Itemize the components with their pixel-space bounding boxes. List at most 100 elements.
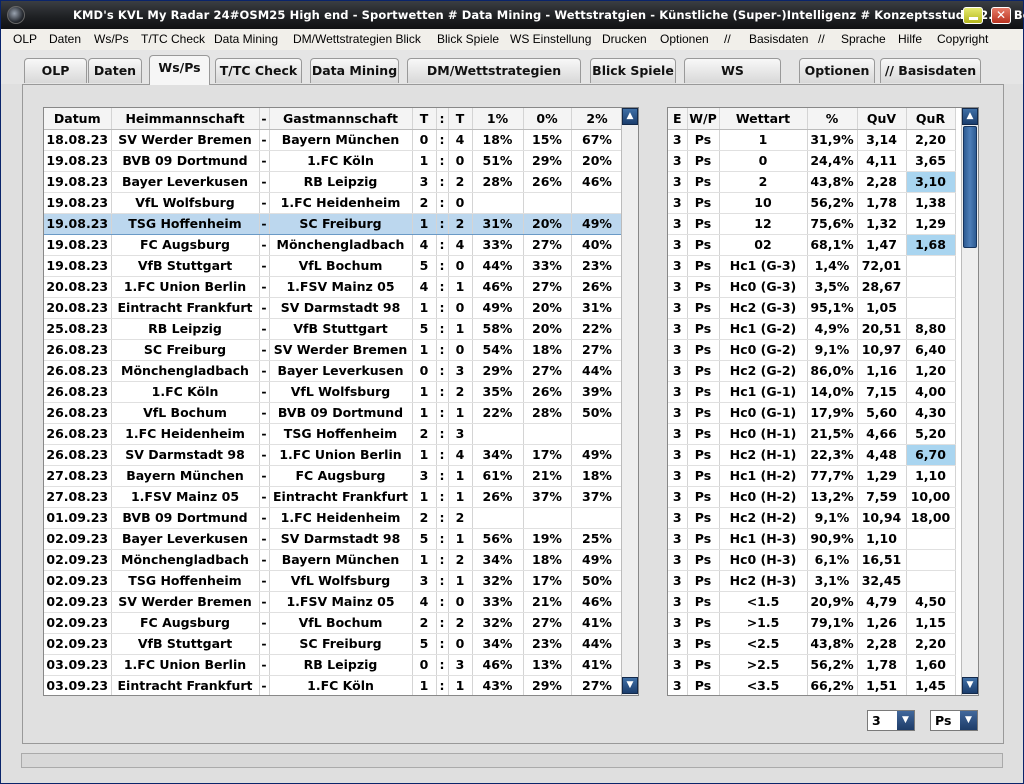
table-row[interactable]: 3 Ps Hc1 (G-1) 14,0% 7,15 4,00 xyxy=(668,381,956,403)
table-row[interactable]: 02.09.23 SV Werder Bremen -1.FSV Mainz 05 4… xyxy=(44,591,624,613)
menu-item-7[interactable]: WS Einstellung xyxy=(510,32,591,46)
table-row[interactable]: 27.08.23 1.FSV Mainz 05- Eintracht Frankfu… xyxy=(44,486,624,508)
tab-1[interactable]: Daten xyxy=(88,58,142,83)
table-row[interactable]: 3 Ps Hc0 (H-2) 13,2% 7,59 10,00 xyxy=(668,486,956,508)
table-row[interactable]: 26.08.23 1.FC Heidenheim - TSG Hoffenheim 2:… xyxy=(44,423,624,445)
table-row[interactable]: 20.08.23 Eintracht Frankfurt - SV Darmstadt… xyxy=(44,297,624,319)
column-header[interactable]: T xyxy=(448,108,473,130)
tab-0[interactable]: OLP xyxy=(24,58,87,83)
tab-4[interactable]: Data Mining xyxy=(310,58,399,83)
tab-9[interactable]: // Basisdaten xyxy=(880,58,981,83)
table-row[interactable]: 3 Ps 2 43,8% 2,28 3,10 xyxy=(668,171,956,193)
table-row[interactable]: 26.08.23 Mönchengladbach - Bayer Leverkusen… xyxy=(44,360,624,382)
menu-item-10[interactable]: // xyxy=(724,32,731,46)
scroll-up-button[interactable]: ▲ xyxy=(622,108,638,125)
tab-5[interactable]: DM/Wettstrategien Blick xyxy=(407,58,581,101)
wp-filter-select[interactable]: Ps ▼ xyxy=(930,710,978,731)
menu-item-1[interactable]: Daten xyxy=(49,32,81,46)
menu-item-15[interactable]: Copyright xyxy=(937,32,988,46)
column-header[interactable]: T xyxy=(412,108,437,130)
table-row[interactable]: 3 Ps Hc0 (G-3) 3,5% 28,67 xyxy=(668,276,956,298)
table-row[interactable]: 01.09.23 BVB 09 Dortmund -1.FC Heidenheim 2… xyxy=(44,507,624,529)
table-row[interactable]: 26.08.23 SC Freiburg - SV Werder Bremen 1:0 5… xyxy=(44,339,624,361)
menu-item-6[interactable]: Blick Spiele xyxy=(437,32,499,46)
table-row[interactable]: 19.08.23 FC Augsburg - Mönchengladbach 4:4 33… xyxy=(44,234,624,256)
scroll-down-button[interactable]: ▼ xyxy=(622,677,638,694)
table-row[interactable]: 3 Ps Hc2 (G-2) 86,0% 1,16 1,20 xyxy=(668,360,956,382)
table-row[interactable]: 3 Ps >2.5 56,2% 1,78 1,60 xyxy=(668,654,956,676)
column-header[interactable]: : xyxy=(436,108,449,130)
menu-item-5[interactable]: DM/Wettstrategien Blick xyxy=(293,32,421,46)
table-row[interactable]: 26.08.23 VfL Bochum - BVB 09 Dortmund 1:1 22%… xyxy=(44,402,624,424)
column-header[interactable]: 0% xyxy=(523,108,572,130)
table-row[interactable]: 3 Ps 10 56,2% 1,78 1,38 xyxy=(668,192,956,214)
table-row[interactable]: 3 Ps 1 31,9% 3,14 2,20 xyxy=(668,129,956,151)
table-row[interactable]: 25.08.23 RB Leipzig - VfB Stuttgart 5:1 58% 20… xyxy=(44,318,624,340)
table-row[interactable]: 3 Ps <2.5 43,8% 2,28 2,20 xyxy=(668,633,956,655)
table-row[interactable]: 19.08.23 BVB 09 Dortmund -1.FC Köln 1:0 51% 2… xyxy=(44,150,624,172)
column-header[interactable]: Gastmannschaft xyxy=(269,108,413,130)
table-row[interactable]: 3 Ps >1.5 79,1% 1,26 1,15 xyxy=(668,612,956,634)
table-row[interactable]: 18.08.23 SV Werder Bremen - Bayern München 0… xyxy=(44,129,624,151)
column-header[interactable]: % xyxy=(807,108,858,130)
tab-7[interactable]: WS Einstellung xyxy=(684,58,781,101)
table-row[interactable]: 19.08.23 VfB Stuttgart - VfL Bochum 5:0 44% 33… xyxy=(44,255,624,277)
table-row[interactable]: 3 Ps Hc1 (G-2) 4,9% 20,51 8,80 xyxy=(668,318,956,340)
table-row[interactable]: 03.09.23 Eintracht Frankfurt -1.FC Köln 1:1… xyxy=(44,675,624,695)
menu-item-3[interactable]: T/TC Check xyxy=(141,32,205,46)
menu-item-14[interactable]: Hilfe xyxy=(898,32,922,46)
table-row[interactable]: 03.09.23 1.FC Union Berlin - RB Leipzig 0:3 4… xyxy=(44,654,624,676)
column-header[interactable]: 2% xyxy=(571,108,624,130)
menu-item-13[interactable]: Sprache xyxy=(841,32,886,46)
table-row[interactable]: 3 Ps <1.5 20,9% 4,79 4,50 xyxy=(668,591,956,613)
table-row[interactable]: 3 Ps Hc0 (H-1) 21,5% 4,66 5,20 xyxy=(668,423,956,445)
tab-6[interactable]: Blick Spiele xyxy=(590,58,676,83)
tab-8[interactable]: Optionen xyxy=(799,58,875,83)
tab-3[interactable]: T/TC Check xyxy=(215,58,302,83)
table-row[interactable]: 26.08.23 SV Darmstadt 98-1.FC Union Berli… xyxy=(44,444,624,466)
table-row[interactable]: 02.09.23 TSG Hoffenheim - VfL Wolfsburg 3:1 3… xyxy=(44,570,624,592)
column-header[interactable]: QuV xyxy=(857,108,907,130)
table-row[interactable]: 26.08.23 1.FC Köln - VfL Wolfsburg 1:2 35% 26%… xyxy=(44,381,624,403)
table-row[interactable]: 3 Ps 12 75,6% 1,32 1,29 xyxy=(668,213,956,235)
scroll-up-button[interactable]: ▲ xyxy=(962,108,978,125)
column-header[interactable]: Heimmannschaft xyxy=(111,108,260,130)
table-row[interactable]: 19.08.23 VfL Wolfsburg -1.FC Heidenheim 2:0 xyxy=(44,192,624,214)
title-bar[interactable]: KMD's KVL My Radar 24#OSM25 High end - S… xyxy=(1,1,1024,29)
table-row[interactable]: 20.08.23 1.FC Union Berlin -1.FSV Mainz 05… xyxy=(44,276,624,298)
table-row[interactable]: 02.09.23 VfB Stuttgart - SC Freiburg 5:0 34% 2… xyxy=(44,633,624,655)
column-header[interactable]: W/P xyxy=(687,108,720,130)
column-header[interactable]: Datum xyxy=(44,108,112,130)
table-row[interactable]: 02.09.23 FC Augsburg - VfL Bochum 2:2 32% 27% 4… xyxy=(44,612,624,634)
table-row[interactable]: 3 Ps 02 68,1% 1,47 1,68 xyxy=(668,234,956,256)
column-header[interactable]: - xyxy=(259,108,270,130)
table-row[interactable]: 3 Ps Hc0 (G-2) 9,1% 10,97 6,40 xyxy=(668,339,956,361)
menu-item-2[interactable]: Ws/Ps xyxy=(94,32,129,46)
scroll-down-button[interactable]: ▼ xyxy=(962,677,978,694)
tab-2[interactable]: Ws/Ps xyxy=(149,55,210,85)
table-row[interactable]: 3 Ps Hc2 (G-3) 95,1% 1,05 xyxy=(668,297,956,319)
table-row[interactable]: 3 Ps Hc1 (G-3) 1,4% 72,01 xyxy=(668,255,956,277)
bet-odds-scrollbar[interactable]: ▲ ▼ xyxy=(961,108,978,695)
table-row[interactable]: 3 Ps Hc2 (H-1) 22,3% 4,48 6,70 xyxy=(668,444,956,466)
minimize-button[interactable] xyxy=(963,7,983,24)
scroll-thumb[interactable] xyxy=(963,126,977,248)
menu-item-9[interactable]: Optionen xyxy=(660,32,709,46)
table-row[interactable]: 02.09.23 Mönchengladbach - Bayern München 1:… xyxy=(44,549,624,571)
column-header[interactable]: E xyxy=(668,108,688,130)
menu-item-8[interactable]: Drucken xyxy=(602,32,647,46)
column-header[interactable]: Wettart xyxy=(719,108,808,130)
matches-scrollbar[interactable]: ▲ ▼ xyxy=(621,108,638,695)
table-row[interactable]: 3 Ps Hc2 (H-2) 9,1% 10,94 18,00 xyxy=(668,507,956,529)
column-header[interactable]: 1% xyxy=(472,108,524,130)
table-row[interactable]: 3 Ps Hc0 (H-3) 6,1% 16,51 xyxy=(668,549,956,571)
menu-item-4[interactable]: Data Mining xyxy=(214,32,278,46)
chevron-down-icon[interactable]: ▼ xyxy=(960,711,977,730)
table-row[interactable]: 3 Ps 0 24,4% 4,11 3,65 xyxy=(668,150,956,172)
menu-item-0[interactable]: OLP xyxy=(13,32,37,46)
table-row[interactable]: 3 Ps Hc2 (H-3) 3,1% 32,45 xyxy=(668,570,956,592)
table-row[interactable]: 27.08.23 Bayern München - FC Augsburg 3:1 61%… xyxy=(44,465,624,487)
table-row[interactable]: 19.08.23 Bayer Leverkusen - RB Leipzig 3:2 28… xyxy=(44,171,624,193)
table-row[interactable]: 3 Ps Hc1 (H-2) 77,7% 1,29 1,10 xyxy=(668,465,956,487)
column-header[interactable]: QuR xyxy=(906,108,956,130)
